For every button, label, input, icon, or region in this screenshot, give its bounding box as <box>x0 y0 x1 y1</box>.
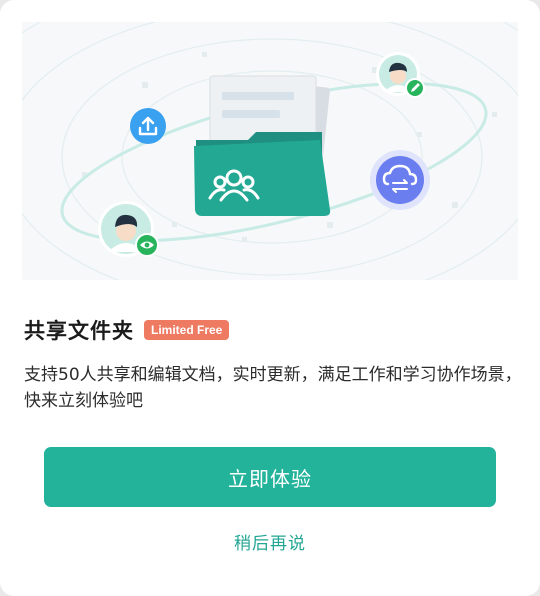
title-row: 共享文件夹 Limited Free <box>24 314 230 346</box>
try-now-button[interactable]: 立即体验 <box>44 447 496 507</box>
shared-folder-dialog: 共享文件夹 Limited Free 支持50人共享和编辑文档，实时更新，满足工… <box>0 0 540 596</box>
cloud-sync-icon <box>370 150 430 210</box>
shared-folder-illustration <box>22 22 518 280</box>
hero-illustration <box>22 22 518 280</box>
limited-free-badge: Limited Free <box>144 320 230 340</box>
later-link[interactable]: 稍后再说 <box>0 530 540 558</box>
avatar-editor-icon <box>376 52 425 98</box>
upload-icon <box>130 108 166 144</box>
avatar-viewer-icon <box>98 201 159 257</box>
dialog-description: 支持50人共享和编辑文档，实时更新，满足工作和学习协作场景，快来立刻体验吧 <box>24 365 522 411</box>
eye-icon <box>135 233 159 257</box>
pencil-icon <box>405 78 425 98</box>
folder-users-icon <box>194 75 331 216</box>
dialog-title: 共享文件夹 <box>24 319 134 343</box>
